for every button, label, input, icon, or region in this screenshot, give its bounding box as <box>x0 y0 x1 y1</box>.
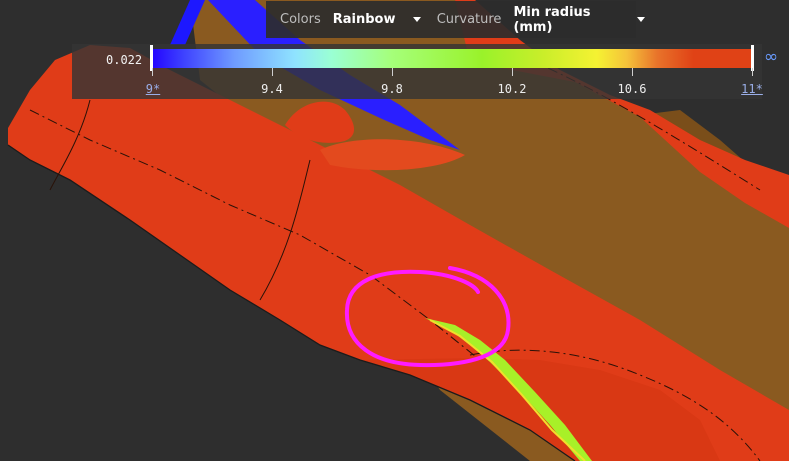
colors-label: Colors <box>280 12 321 27</box>
colors-value: Rainbow <box>332 12 396 27</box>
colors-dropdown[interactable]: Rainbow <box>333 12 421 27</box>
tick-label-min[interactable]: 9* <box>146 82 160 96</box>
curvature-value: Min radius (mm) <box>513 4 591 35</box>
tick-mark <box>152 68 153 76</box>
tick-mark <box>272 68 273 76</box>
color-gradient-bar <box>150 49 754 68</box>
tick-label: 9.4 <box>261 82 283 96</box>
tick-label: 10.6 <box>617 82 647 96</box>
curvature-legend: 0.022 ∞ 9* 9.4 9.8 10.2 10.6 11* <box>72 44 778 99</box>
tick-mark <box>632 68 633 76</box>
tick-mark <box>752 68 753 76</box>
tick-mark <box>512 68 513 76</box>
display-toolbar: Colors Rainbow Curvature Min radius (mm) <box>266 1 646 38</box>
legend-min-value: 0.022 <box>106 53 143 67</box>
chevron-down-icon <box>637 17 646 22</box>
tick-label: 10.2 <box>497 82 527 96</box>
curvature-label: Curvature <box>436 12 502 27</box>
curvature-dropdown[interactable]: Min radius (mm) <box>513 4 646 35</box>
tick-label: 9.8 <box>381 82 403 96</box>
tick-mark <box>392 68 393 76</box>
infinity-icon[interactable]: ∞ <box>764 47 778 67</box>
chevron-down-icon <box>412 17 421 22</box>
tick-label-max[interactable]: 11* <box>741 82 763 96</box>
